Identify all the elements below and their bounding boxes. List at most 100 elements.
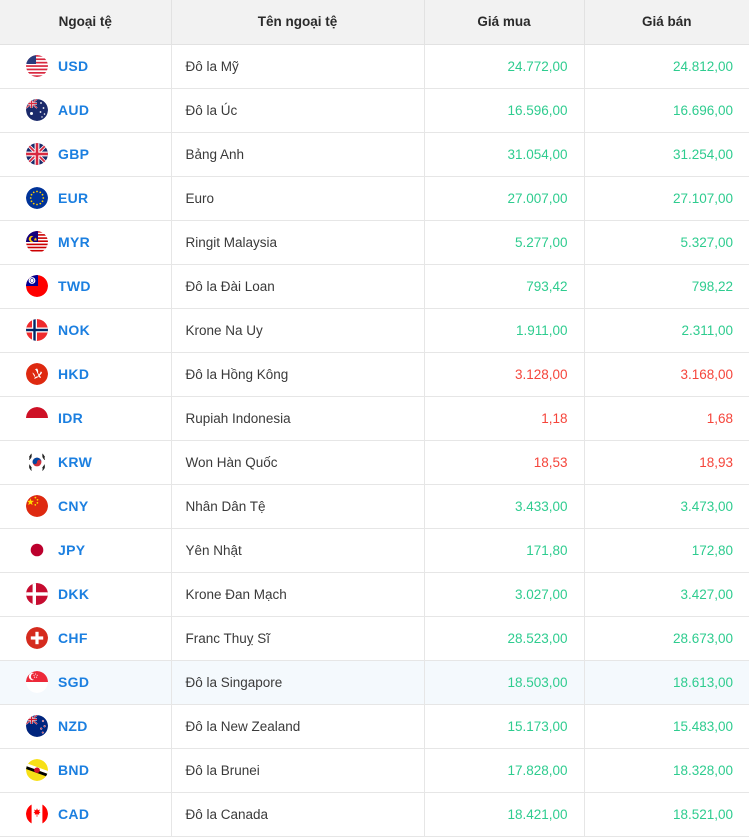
- currency-cell[interactable]: BND: [0, 748, 171, 792]
- currency-name-cell: Đô la Singapore: [171, 660, 424, 704]
- column-header-sell-price[interactable]: Giá bán: [584, 0, 749, 44]
- currency-code-label: MYR: [58, 234, 90, 250]
- currency-name-cell: Bảng Anh: [171, 132, 424, 176]
- table-row[interactable]: NOK Krone Na Uy1.911,002.311,00: [0, 308, 749, 352]
- table-row[interactable]: NZDĐô la New Zealand15.173,0015.483,00: [0, 704, 749, 748]
- table-row[interactable]: IDRRupiah Indonesia1,181,68: [0, 396, 749, 440]
- currency-code-label: NZD: [58, 718, 88, 734]
- buy-price-cell: 3.128,00: [424, 352, 584, 396]
- currency-name-cell: Nhân Dân Tệ: [171, 484, 424, 528]
- flag-gb-icon: [26, 143, 48, 165]
- buy-price-cell: 3.027,00: [424, 572, 584, 616]
- currency-cell[interactable]: AUD: [0, 88, 171, 132]
- table-body: USDĐô la Mỹ24.772,0024.812,00AUDĐô la Úc…: [0, 44, 749, 836]
- currency-code-label: CHF: [58, 630, 88, 646]
- table-row[interactable]: GBPBảng Anh31.054,0031.254,00: [0, 132, 749, 176]
- currency-cell[interactable]: EUR: [0, 176, 171, 220]
- currency-code-label: SGD: [58, 674, 89, 690]
- buy-price-cell: 31.054,00: [424, 132, 584, 176]
- flag-nz-icon: [26, 715, 48, 737]
- currency-cell[interactable]: SGD: [0, 660, 171, 704]
- currency-code-label: IDR: [58, 410, 83, 426]
- currency-cell[interactable]: CHF: [0, 616, 171, 660]
- table-row[interactable]: KRWWon Hàn Quốc18,5318,93: [0, 440, 749, 484]
- flag-bn-icon: [26, 759, 48, 781]
- currency-cell[interactable]: JPY: [0, 528, 171, 572]
- flag-cn-icon: [26, 495, 48, 517]
- table-row[interactable]: USD Đô la Mỹ24.772,0024.812,00: [0, 44, 749, 88]
- buy-price-cell: 28.523,00: [424, 616, 584, 660]
- currency-cell[interactable]: MYR: [0, 220, 171, 264]
- currency-name-cell: Đô la Hồng Kông: [171, 352, 424, 396]
- flag-kr-icon: [26, 451, 48, 473]
- buy-price-cell: 793,42: [424, 264, 584, 308]
- table-row[interactable]: AUDĐô la Úc16.596,0016.696,00: [0, 88, 749, 132]
- currency-cell[interactable]: USD: [0, 44, 171, 88]
- column-header-currency-name[interactable]: Tên ngoại tệ: [171, 0, 424, 44]
- currency-name-cell: Euro: [171, 176, 424, 220]
- sell-price-cell: 27.107,00: [584, 176, 749, 220]
- buy-price-cell: 27.007,00: [424, 176, 584, 220]
- table-row[interactable]: JPYYên Nhật171,80172,80: [0, 528, 749, 572]
- table-row[interactable]: HKD Đô la Hồng Kông3.128,003.168,00: [0, 352, 749, 396]
- buy-price-cell: 15.173,00: [424, 704, 584, 748]
- currency-code-label: CAD: [58, 806, 89, 822]
- sell-price-cell: 2.311,00: [584, 308, 749, 352]
- currency-cell[interactable]: DKK: [0, 572, 171, 616]
- sell-price-cell: 798,22: [584, 264, 749, 308]
- sell-price-cell: 24.812,00: [584, 44, 749, 88]
- sell-price-cell: 3.473,00: [584, 484, 749, 528]
- currency-name-cell: Đô la Brunei: [171, 748, 424, 792]
- currency-code-label: DKK: [58, 586, 89, 602]
- buy-price-cell: 18.503,00: [424, 660, 584, 704]
- exchange-rate-page: CHỢ GIÁ Ngoại tệ Tên ngoại tệ Giá mua Gi…: [0, 0, 749, 840]
- currency-cell[interactable]: CNY: [0, 484, 171, 528]
- currency-cell[interactable]: CAD: [0, 792, 171, 836]
- table-row[interactable]: SGDĐô la Singapore18.503,0018.613,00: [0, 660, 749, 704]
- currency-cell[interactable]: KRW: [0, 440, 171, 484]
- currency-cell[interactable]: NOK: [0, 308, 171, 352]
- sell-price-cell: 31.254,00: [584, 132, 749, 176]
- currency-name-cell: Franc Thuỵ Sĩ: [171, 616, 424, 660]
- table-row[interactable]: CHF Franc Thuỵ Sĩ28.523,0028.673,00: [0, 616, 749, 660]
- currency-cell[interactable]: NZD: [0, 704, 171, 748]
- table-row[interactable]: EUREuro27.007,0027.107,00: [0, 176, 749, 220]
- column-header-buy-price[interactable]: Giá mua: [424, 0, 584, 44]
- currency-name-cell: Rupiah Indonesia: [171, 396, 424, 440]
- buy-price-cell: 24.772,00: [424, 44, 584, 88]
- currency-code-label: NOK: [58, 322, 90, 338]
- flag-no-icon: [26, 319, 48, 341]
- currency-name-cell: Krone Na Uy: [171, 308, 424, 352]
- currency-cell[interactable]: IDR: [0, 396, 171, 440]
- flag-jp-icon: [26, 539, 48, 561]
- table-row[interactable]: CADĐô la Canada18.421,0018.521,00: [0, 792, 749, 836]
- currency-cell[interactable]: TWD: [0, 264, 171, 308]
- flag-ca-icon: [26, 803, 48, 825]
- table-row[interactable]: MYRRingit Malaysia5.277,005.327,00: [0, 220, 749, 264]
- table-row[interactable]: DKKKrone Đan Mạch3.027,003.427,00: [0, 572, 749, 616]
- table-row[interactable]: CNYNhân Dân Tệ3.433,003.473,00: [0, 484, 749, 528]
- currency-code-label: HKD: [58, 366, 89, 382]
- sell-price-cell: 18.521,00: [584, 792, 749, 836]
- currency-cell[interactable]: GBP: [0, 132, 171, 176]
- buy-price-cell: 1.911,00: [424, 308, 584, 352]
- column-header-currency[interactable]: Ngoại tệ: [0, 0, 171, 44]
- table-row[interactable]: BNDĐô la Brunei17.828,0018.328,00: [0, 748, 749, 792]
- sell-price-cell: 18,93: [584, 440, 749, 484]
- buy-price-cell: 16.596,00: [424, 88, 584, 132]
- buy-price-cell: 18,53: [424, 440, 584, 484]
- currency-name-cell: Đô la Úc: [171, 88, 424, 132]
- currency-name-cell: Đô la Mỹ: [171, 44, 424, 88]
- flag-us-icon: [26, 55, 48, 77]
- currency-name-cell: Won Hàn Quốc: [171, 440, 424, 484]
- flag-eu-icon: [26, 187, 48, 209]
- currency-code-label: USD: [58, 58, 88, 74]
- flag-tw-icon: [26, 275, 48, 297]
- table-row[interactable]: TWDĐô la Đài Loan793,42798,22: [0, 264, 749, 308]
- sell-price-cell: 3.168,00: [584, 352, 749, 396]
- sell-price-cell: 15.483,00: [584, 704, 749, 748]
- buy-price-cell: 17.828,00: [424, 748, 584, 792]
- currency-cell[interactable]: HKD: [0, 352, 171, 396]
- buy-price-cell: 171,80: [424, 528, 584, 572]
- sell-price-cell: 28.673,00: [584, 616, 749, 660]
